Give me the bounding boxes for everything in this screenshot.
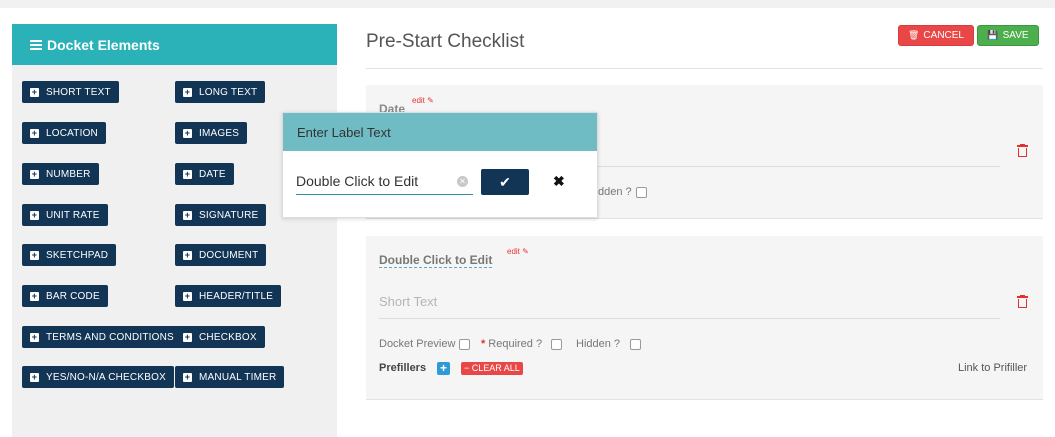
plus-icon: +: [30, 331, 39, 342]
checkmark-icon: ✔: [499, 173, 511, 190]
plus-icon: +: [183, 86, 192, 97]
short-text-field-label[interactable]: Double Click to Edit: [379, 253, 493, 268]
add-checkbox-button[interactable]: + CHECKBOX: [175, 326, 265, 348]
add-prefiller-button[interactable]: +: [437, 362, 450, 375]
required-label: * Required ?: [481, 338, 543, 350]
date-edit-link[interactable]: edit ✎: [412, 96, 434, 105]
add-unit-rate-button[interactable]: + UNIT RATE: [22, 204, 108, 226]
page-title: Pre-Start Checklist: [366, 31, 525, 52]
confirm-label-button[interactable]: ✔: [481, 169, 529, 195]
plus-icon: +: [183, 371, 192, 382]
clear-input-icon[interactable]: ✕: [457, 176, 468, 187]
edit-icon: ✎: [427, 96, 434, 105]
trash-icon: 🗑: [907, 30, 920, 40]
add-long-text-button[interactable]: + LONG TEXT: [175, 81, 266, 103]
cancel-button[interactable]: 🗑 CANCEL: [898, 25, 974, 46]
plus-icon: +: [183, 127, 192, 138]
add-document-button[interactable]: + DOCUMENT: [175, 244, 267, 266]
list-icon: [30, 39, 42, 50]
clear-all-button[interactable]: − CLEAR ALL: [461, 362, 523, 375]
plus-icon: +: [183, 331, 192, 342]
add-signature-button[interactable]: + SIGNATURE: [175, 204, 267, 226]
add-date-button[interactable]: + DATE: [175, 163, 234, 185]
popup-title: Enter Label Text: [297, 124, 391, 140]
required-star: *: [481, 338, 486, 350]
plus-icon: +: [30, 249, 39, 260]
docket-preview-label: Docket Preview: [379, 338, 456, 350]
required-checkbox[interactable]: [551, 339, 562, 350]
plus-icon: +: [183, 290, 192, 301]
docket-preview-checkbox[interactable]: [459, 339, 470, 350]
add-sketchpad-button[interactable]: + SKETCHPAD: [22, 244, 117, 266]
short-text-edit-link[interactable]: edit ✎: [507, 247, 529, 256]
close-popup-icon[interactable]: ✖: [553, 173, 565, 190]
header-divider: [366, 68, 1043, 69]
add-location-button[interactable]: + LOCATION: [22, 122, 106, 144]
link-to-prefiller-link[interactable]: Link to Prifiller: [958, 362, 1027, 374]
plus-icon: +: [30, 209, 39, 220]
plus-icon: +: [30, 127, 39, 138]
date-hidden-label: dden ?: [598, 186, 632, 198]
plus-icon: +: [30, 371, 39, 382]
popup-header: Enter Label Text: [283, 113, 597, 151]
prefillers-label: Prefillers: [379, 362, 427, 374]
save-label: SAVE: [1002, 30, 1029, 41]
docket-elements-header: Docket Elements: [12, 24, 337, 65]
hidden-label: Hidden ?: [576, 338, 621, 350]
add-manual-timer-button[interactable]: + MANUAL TIMER: [175, 366, 285, 388]
short-text-underline: [379, 318, 1000, 319]
minus-icon: −: [464, 363, 470, 373]
date-hidden-checkbox[interactable]: [636, 187, 647, 198]
plus-icon: +: [30, 290, 39, 301]
add-header-title-button[interactable]: + HEADER/TITLE: [175, 285, 282, 307]
plus-icon: +: [30, 168, 39, 179]
floppy-icon: 💾: [987, 30, 999, 40]
date-field-underline: [598, 166, 1000, 167]
add-yes-no-na-checkbox-button[interactable]: + YES/NO-N/A CHECKBOX: [22, 366, 174, 388]
add-images-button[interactable]: + IMAGES: [175, 122, 248, 144]
plus-icon: +: [183, 249, 192, 260]
save-button[interactable]: 💾 SAVE: [977, 25, 1039, 46]
plus-icon: +: [30, 86, 39, 97]
docket-elements-title: Docket Elements: [47, 36, 160, 53]
plus-icon: +: [183, 168, 192, 179]
label-edit-popup: Enter Label Text ✕ ✔ ✖: [282, 112, 598, 218]
short-text-placeholder: Short Text: [379, 294, 438, 309]
label-text-input[interactable]: [296, 167, 473, 195]
plus-icon: +: [183, 209, 192, 220]
add-terms-and-conditions-button[interactable]: + TERMS AND CONDITIONS: [22, 326, 182, 348]
docket-elements-panel: Docket Elements + SHORT TEXT + LONG TEXT +…: [12, 24, 337, 437]
add-number-button[interactable]: + NUMBER: [22, 163, 99, 185]
delete-date-icon[interactable]: [1017, 144, 1028, 157]
edit-icon: ✎: [522, 247, 529, 256]
top-strip: [0, 0, 1055, 8]
delete-short-text-icon[interactable]: [1017, 295, 1028, 308]
add-short-text-button[interactable]: + SHORT TEXT: [22, 81, 119, 103]
hidden-checkbox[interactable]: [630, 339, 641, 350]
cancel-label: CANCEL: [923, 30, 964, 41]
add-bar-code-button[interactable]: + BAR CODE: [22, 285, 108, 307]
